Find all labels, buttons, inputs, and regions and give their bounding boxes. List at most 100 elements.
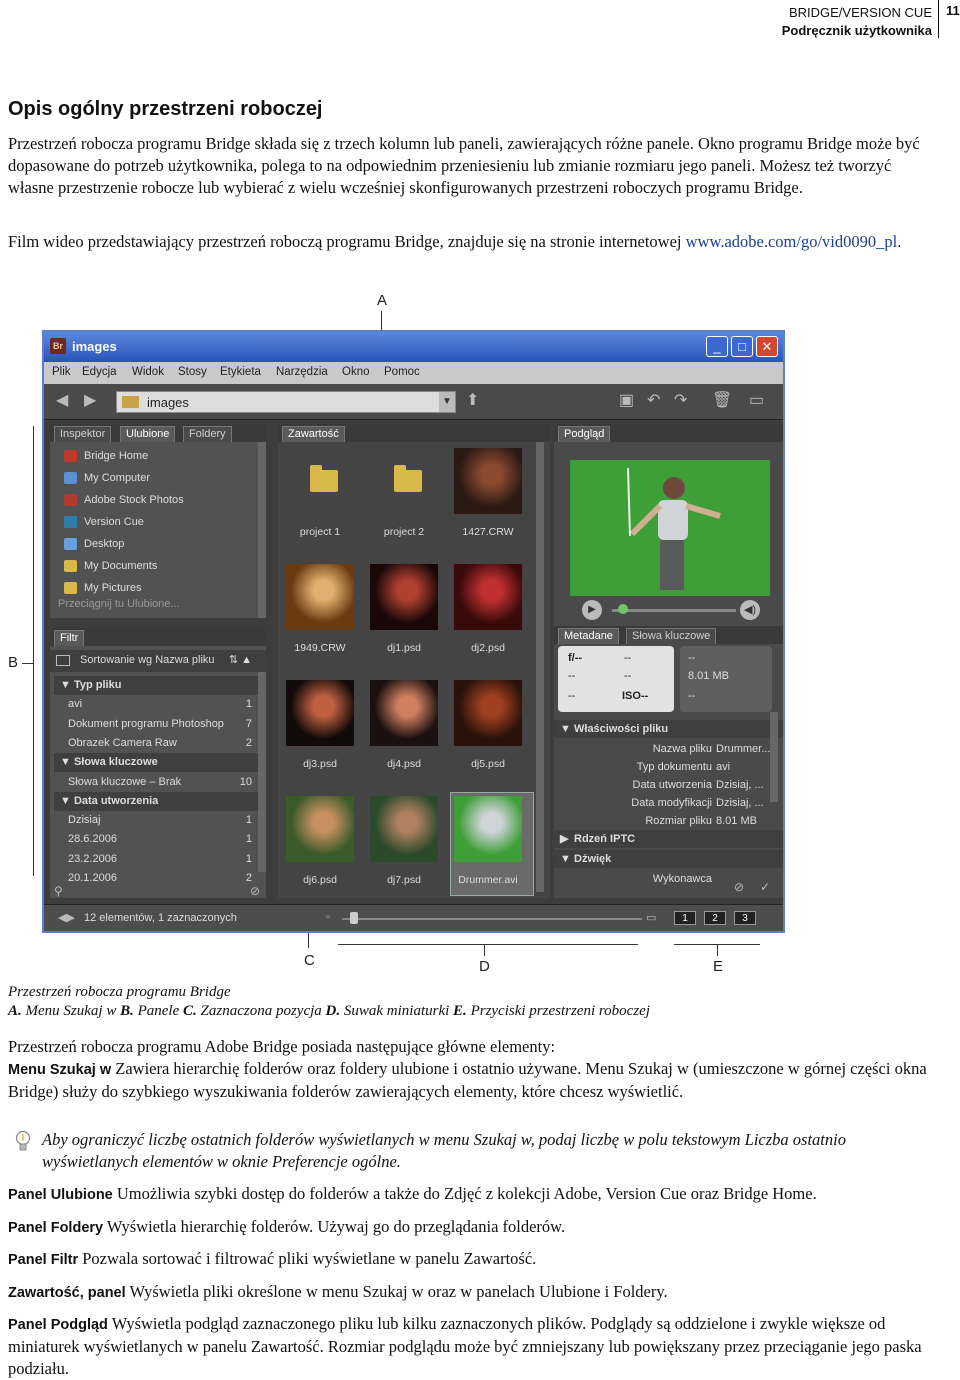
thumbnail-image[interactable] (454, 680, 522, 746)
rotate-left-icon[interactable]: ↶ (647, 393, 660, 409)
minimize-button[interactable]: _ (706, 336, 728, 357)
filter-item[interactable]: Dokument programu Photoshop 7 (54, 715, 260, 734)
filter-item[interactable]: 28.6.2006 1 (54, 830, 260, 849)
larger-thumb-icon[interactable]: ▭ (646, 911, 656, 924)
menu-pomoc[interactable]: Pomoc (384, 366, 420, 378)
maximize-button[interactable]: □ (731, 336, 753, 357)
favorite-item[interactable]: My Computer (50, 468, 266, 488)
file-prop-row: Data utworzenia Dzisiaj, ... (554, 776, 783, 794)
thumbnail-image[interactable] (286, 564, 354, 630)
toggle-panels-icon[interactable]: ◀▶ (58, 911, 75, 924)
workspace-button-3[interactable]: 3 (734, 911, 756, 925)
def-desc: Wyświetla pliki określone w menu Szukaj … (129, 1282, 668, 1301)
menu-narzedzia[interactable]: Narzędzia (276, 366, 328, 378)
volume-icon[interactable]: ◀) (740, 600, 760, 620)
chevron-down-icon[interactable]: ▼ (439, 392, 455, 412)
new-folder-icon[interactable]: ▣ (619, 393, 634, 409)
thumbnail-image[interactable] (370, 796, 438, 862)
filter-item[interactable]: 23.2.2006 1 (54, 850, 260, 869)
filter-item[interactable]: Obrazek Camera Raw 2 (54, 734, 260, 753)
file-prop-key: Typ dokumentu (636, 761, 712, 773)
video-link[interactable]: www.adobe.com/go/vid0090_pl (686, 232, 898, 251)
thumbnail-image[interactable] (454, 564, 522, 630)
thumbnail-image[interactable] (370, 680, 438, 746)
tab-slowa-kluczowe[interactable]: Słowa kluczowe (626, 628, 717, 644)
filter-category[interactable]: ▼ Słowa kluczowe (54, 753, 260, 773)
favorites-scrollbar[interactable] (258, 442, 266, 618)
metadata-apply-icon[interactable]: ✓ (760, 880, 770, 894)
title-bar: Br images _ □ ✕ (44, 332, 783, 362)
filesize-value: 8.01 MB (688, 670, 729, 682)
menu-okno[interactable]: Okno (342, 366, 370, 378)
thumbnail-image[interactable] (370, 564, 438, 630)
thumbnail-image[interactable] (286, 796, 354, 862)
playback-thumb[interactable] (618, 604, 628, 614)
thumbnail-image[interactable] (286, 680, 354, 746)
filter-item[interactable]: Dzisiaj 1 (54, 811, 260, 830)
close-button[interactable]: ✕ (756, 336, 778, 357)
tab-metadane[interactable]: Metadane (558, 628, 619, 644)
back-icon[interactable]: ◀ (56, 393, 68, 409)
sort-direction-icon[interactable]: ⇅ ▲ (229, 650, 252, 670)
filter-category[interactable]: ▼ Data utworzenia (54, 791, 260, 811)
forward-icon[interactable]: ▶ (84, 393, 96, 409)
favorite-item[interactable]: Version Cue (50, 512, 266, 532)
filter-pin-icon[interactable]: ⚲ (54, 884, 63, 898)
favorite-item[interactable]: Adobe Stock Photos (50, 490, 266, 510)
left-top-tabs: Inspektor Ulubione Foldery (50, 424, 266, 442)
clear-filter-icon[interactable]: ⊘ (250, 884, 260, 898)
playback-track[interactable] (612, 609, 736, 612)
workspace-button-1[interactable]: 1 (674, 911, 696, 925)
favorite-item[interactable]: Desktop (50, 534, 266, 554)
play-button[interactable]: ▶ (582, 600, 602, 620)
thumbnail-image[interactable] (454, 448, 522, 514)
favorite-icon (64, 494, 77, 506)
iptc-header[interactable]: ▶ Rdzeń IPTC (554, 830, 783, 848)
menu-plik[interactable]: Plik (52, 366, 71, 378)
rotate-right-icon[interactable]: ↷ (674, 393, 687, 409)
tab-ulubione[interactable]: Ulubione (120, 426, 176, 442)
menu-etykieta[interactable]: Etykieta (220, 366, 261, 378)
thumbnail-slider-handle[interactable] (350, 912, 358, 924)
favorite-item[interactable]: My Documents (50, 556, 266, 576)
filter-category[interactable]: ▼ Typ pliku (54, 676, 260, 695)
workspace-button-2[interactable]: 2 (704, 911, 726, 925)
favorite-item[interactable]: Bridge Home (50, 446, 266, 466)
content-scrollbar[interactable] (536, 442, 544, 892)
menu-edycja[interactable]: Edycja (82, 366, 117, 378)
sort-menu[interactable]: Sortowanie wg Nazwa pliku ⇅ ▲ (50, 650, 266, 672)
folder-icon[interactable] (310, 465, 338, 492)
filter-item[interactable]: avi 1 (54, 695, 260, 714)
smaller-thumb-icon[interactable]: ▫ (326, 911, 330, 923)
page-number: 11 (946, 3, 960, 18)
menu-widok[interactable]: Widok (132, 366, 164, 378)
compact-mode-icon[interactable]: ▭ (749, 393, 764, 409)
menu-stosy[interactable]: Stosy (178, 366, 207, 378)
filter-item[interactable]: Słowa kluczowe – Brak 10 (54, 773, 260, 792)
tab-foldery[interactable]: Foldery (183, 426, 232, 442)
file-props-label: Właściwości pliku (574, 723, 669, 735)
folder-icon[interactable] (394, 465, 422, 492)
tab-inspektor[interactable]: Inspektor (54, 426, 112, 442)
metadata-scrollbar[interactable] (770, 712, 778, 802)
iso-value: ISO-- (622, 690, 649, 702)
file-props-header[interactable]: ▼ Właściwości pliku (554, 720, 783, 738)
tab-podglad[interactable]: Podgląd (558, 426, 611, 442)
look-in-menu[interactable]: images ▼ (116, 391, 456, 413)
favorite-icon (64, 560, 77, 572)
filter-scrollbar[interactable] (258, 672, 266, 872)
tab-filtr[interactable]: Filtr (54, 630, 85, 646)
caption-text-a: Menu Szukaj w (25, 1003, 117, 1019)
thumbnail-image[interactable] (454, 796, 522, 862)
delete-icon[interactable]: 🗑 (712, 393, 732, 409)
collapse-icon: ▶ (560, 833, 569, 845)
thumbnail-slider[interactable] (342, 918, 642, 920)
def-desc: Pozwala sortować i filtrować pliki wyświ… (82, 1249, 537, 1268)
metadata-clear-icon[interactable]: ⊘ (734, 880, 744, 894)
def-term: Zawartość, panel (8, 1285, 126, 1301)
favorite-label: Adobe Stock Photos (84, 494, 184, 506)
tab-zawartosc[interactable]: Zawartość (282, 426, 345, 442)
go-up-icon[interactable]: ⬆ (466, 393, 479, 409)
audio-header[interactable]: ▼ Dźwięk (554, 850, 783, 868)
filter-item[interactable]: 20.1.2006 2 (54, 869, 260, 888)
